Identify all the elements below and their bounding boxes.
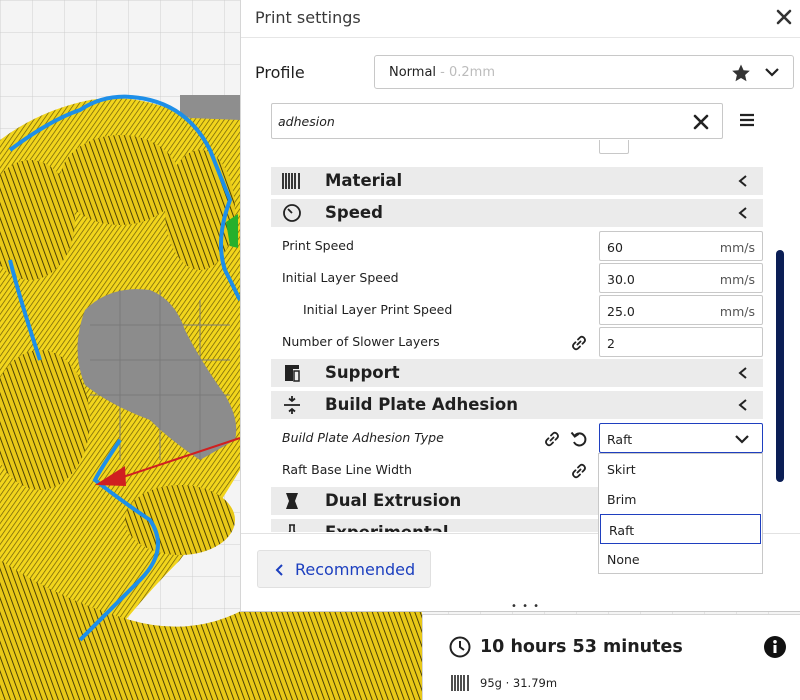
adhesion-type-select[interactable]: Raft [599,423,763,453]
close-button[interactable] [771,4,797,30]
category-support[interactable]: Support [271,359,763,387]
clock-icon [449,636,471,658]
panel-resize-handle[interactable]: • • • [511,601,540,612]
experimental-icon [288,524,296,532]
chevron-left-icon [738,175,747,187]
adhesion-type-dropdown: Skirt Brim Raft None [598,453,763,574]
chevron-left-icon [738,367,747,379]
dropdown-option-brim[interactable]: Brim [599,484,762,514]
setting-initial-layer-print-speed: Initial Layer Print Speed 25.0 mm/s [241,294,800,326]
chevron-down-icon [765,68,779,77]
support-icon [285,365,300,382]
adhesion-icon [284,396,300,414]
setting-number-of-slower-layers: Number of Slower Layers 2 [241,326,800,358]
profile-select[interactable]: Normal - 0.2mm [374,55,794,89]
recommended-button[interactable]: Recommended [257,550,431,588]
partial-setting-row [241,140,800,162]
profile-label: Profile [255,63,305,82]
chevron-down-icon [735,435,749,444]
clear-search-icon[interactable] [692,113,710,131]
slower-layers-input[interactable]: 2 [599,327,763,357]
partial-setting-field[interactable] [599,140,629,154]
close-icon [776,9,792,25]
chevron-left-icon [738,399,747,411]
dropdown-option-skirt[interactable]: Skirt [599,454,762,484]
material-usage: 95g · 31.79m [480,676,558,690]
initial-layer-speed-input[interactable]: 30.0 mm/s [599,263,763,293]
info-icon[interactable] [763,635,787,659]
dropdown-option-none[interactable]: None [599,544,762,574]
settings-search-input[interactable]: adhesion [271,103,723,139]
panel-header: Print settings [241,0,800,38]
chevron-left-icon [738,207,747,219]
speed-gauge-icon [283,204,301,222]
material-icon [282,173,300,189]
star-icon[interactable] [731,63,751,83]
chevron-left-icon [275,564,283,576]
panel-title: Print settings [255,8,361,27]
category-material[interactable]: Material [271,167,763,195]
menu-icon[interactable] [738,111,756,129]
setting-initial-layer-speed: Initial Layer Speed 30.0 mm/s [241,262,800,294]
print-time: 10 hours 53 minutes [480,637,683,657]
setting-build-plate-adhesion-type: Build Plate Adhesion Type Raft [241,422,800,454]
settings-scrollbar[interactable] [776,250,784,482]
profile-name: Normal [389,65,437,80]
dropdown-option-raft[interactable]: Raft [600,514,761,544]
initial-layer-print-speed-input[interactable]: 25.0 mm/s [599,295,763,325]
link-icon[interactable] [571,463,587,479]
reset-icon[interactable] [570,430,588,448]
profile-layer-height: - 0.2mm [436,65,496,80]
link-icon[interactable] [571,335,587,351]
print-speed-input[interactable]: 60 mm/s [599,231,763,261]
dual-extrusion-icon [286,493,298,509]
setting-print-speed: Print Speed 60 mm/s [241,230,800,262]
link-icon[interactable] [544,431,560,447]
category-build-plate-adhesion[interactable]: Build Plate Adhesion [271,391,763,419]
material-spool-icon [451,675,469,691]
print-estimate-card: 10 hours 53 minutes 95g · 31.79m [422,614,800,700]
category-speed[interactable]: Speed [271,199,763,227]
